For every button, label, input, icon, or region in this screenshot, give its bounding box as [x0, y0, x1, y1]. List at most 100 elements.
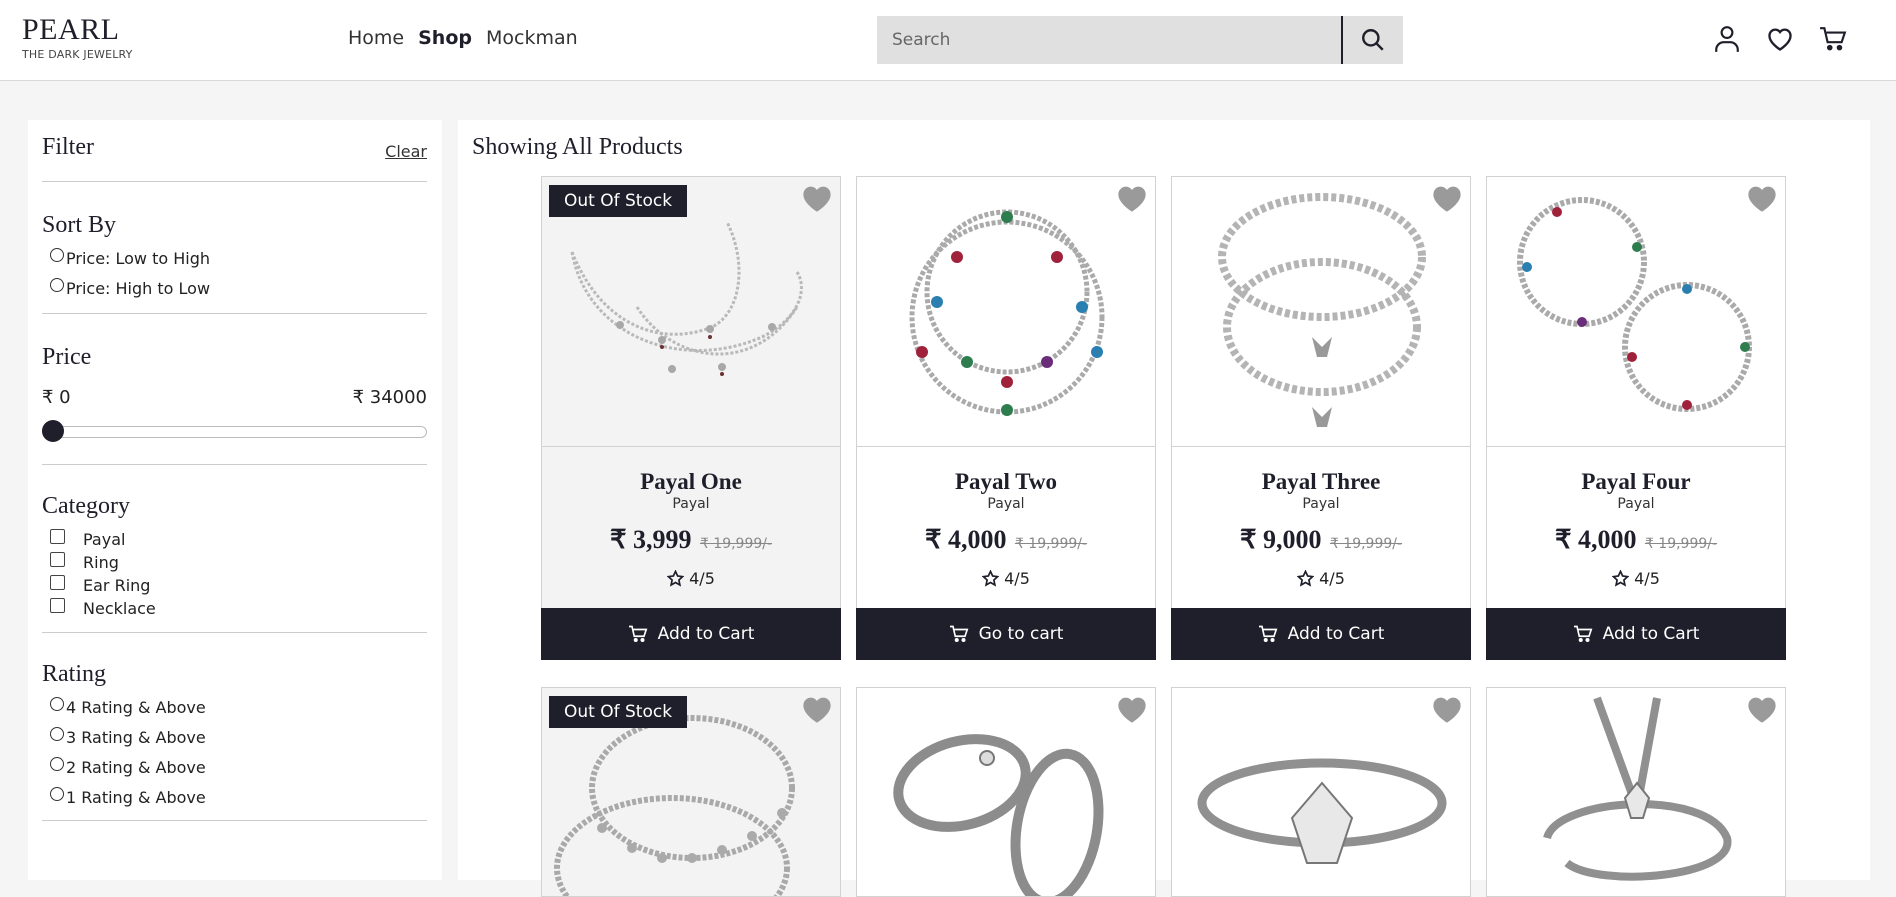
main-nav: Home Shop Mockman [348, 27, 578, 49]
slider-track[interactable] [42, 426, 427, 438]
price-slider[interactable] [42, 420, 427, 444]
clear-filters-link[interactable]: Clear [385, 142, 427, 161]
checkbox[interactable] [50, 598, 65, 613]
product-card[interactable]: Out Of Stock [541, 687, 841, 897]
product-image[interactable] [857, 177, 1155, 447]
product-image[interactable] [1487, 177, 1785, 447]
rating-option-4[interactable]: 4 Rating & Above [42, 692, 427, 722]
search-button[interactable] [1341, 16, 1403, 64]
radio-button[interactable] [50, 757, 64, 771]
star-icon [982, 570, 1000, 587]
price-max: ₹ 34000 [352, 387, 427, 408]
nav-mockman[interactable]: Mockman [486, 27, 578, 49]
logo-tagline: THE DARK JEWELRY [22, 48, 133, 61]
radio-button[interactable] [50, 787, 64, 801]
product-card[interactable]: Payal Three Payal ₹ 9,000 ₹ 19,999/- 4/5… [1171, 176, 1471, 660]
cart-icon [949, 625, 968, 643]
rating-label: 3 Rating & Above [66, 727, 206, 747]
rating-section: Rating 4 Rating & Above 3 Rating & Above… [42, 633, 427, 821]
price-section: Price ₹ 0 ₹ 34000 [42, 314, 427, 465]
rating-title: Rating [42, 661, 106, 687]
product-price: ₹ 4,000 ₹ 19,999/- [1487, 525, 1785, 555]
out-of-stock-badge: Out Of Stock [549, 696, 688, 728]
product-image[interactable] [857, 688, 1155, 896]
rating-value: 4/5 [1319, 569, 1345, 588]
sort-option-label: Price: Low to High [66, 248, 211, 268]
product-rating: 4/5 [542, 569, 840, 588]
product-card[interactable] [1486, 687, 1786, 897]
product-card[interactable]: Payal Four Payal ₹ 4,000 ₹ 19,999/- 4/5 … [1486, 176, 1786, 660]
product-price: ₹ 9,000 ₹ 19,999/- [1172, 525, 1470, 555]
product-image[interactable]: Out Of Stock [542, 177, 840, 447]
category-label: Payal [83, 530, 126, 549]
add-to-cart-button[interactable]: Add to Cart [1171, 608, 1471, 660]
product-image[interactable]: Out Of Stock [542, 688, 840, 896]
silver-anklet-image [1218, 193, 1426, 427]
product-card[interactable]: Payal Two Payal ₹ 4,000 ₹ 19,999/- 4/5 G… [856, 176, 1156, 660]
product-card[interactable] [856, 687, 1156, 897]
product-card[interactable] [1171, 687, 1471, 897]
rating-option-3[interactable]: 3 Rating & Above [42, 722, 427, 752]
logo-title: PEARL [22, 13, 120, 46]
cart-icon [1258, 625, 1278, 643]
product-card[interactable]: Out Of Stock Payal One Payal ₹ 3,999 ₹ 1… [541, 176, 841, 660]
cart-button[interactable] [1819, 24, 1847, 54]
star-icon [667, 570, 685, 587]
header-actions [1713, 24, 1847, 54]
logo[interactable]: PEARL THE DARK JEWELRY [22, 13, 133, 62]
go-to-cart-button[interactable]: Go to cart [856, 608, 1156, 660]
cart-icon [1573, 625, 1593, 643]
nav-home[interactable]: Home [348, 27, 404, 49]
add-to-cart-button[interactable]: Add to Cart [1486, 608, 1786, 660]
checkbox[interactable] [50, 529, 65, 544]
checkbox[interactable] [50, 575, 65, 590]
wishlist-heart-icon[interactable] [800, 183, 834, 213]
product-image[interactable] [1172, 688, 1470, 896]
rating-label: 1 Rating & Above [66, 787, 206, 807]
product-name[interactable]: Payal Two [857, 469, 1155, 495]
category-title: Category [42, 493, 130, 519]
radio-button[interactable] [50, 278, 64, 292]
category-option-ring[interactable]: Ring [42, 551, 427, 574]
wishlist-heart-icon[interactable] [1115, 183, 1149, 213]
category-label: Necklace [83, 599, 156, 618]
add-to-cart-button[interactable]: Add to Cart [541, 608, 841, 660]
price-range-labels: ₹ 0 ₹ 34000 [42, 387, 427, 408]
wishlist-heart-icon[interactable] [1430, 694, 1464, 724]
slider-handle[interactable] [42, 420, 64, 442]
couple-rings-image [893, 734, 1104, 896]
product-name[interactable]: Payal Four [1487, 469, 1785, 495]
radio-button[interactable] [50, 727, 64, 741]
category-option-necklace[interactable]: Necklace [42, 597, 427, 620]
wishlist-heart-icon[interactable] [1430, 183, 1464, 213]
search-input[interactable] [877, 16, 1341, 64]
original-price: ₹ 19,999/- [1329, 536, 1403, 552]
sort-option-high-low[interactable]: Price: High to Low [42, 273, 427, 303]
wishlist-button[interactable] [1766, 24, 1794, 54]
product-image[interactable] [1172, 177, 1470, 447]
account-button[interactable] [1713, 24, 1741, 54]
product-image[interactable] [1487, 688, 1785, 896]
product-listing: Showing All Products Out Of Stock Payal … [458, 120, 1870, 897]
rating-option-1[interactable]: 1 Rating & Above [42, 782, 427, 812]
wishlist-heart-icon[interactable] [1745, 694, 1779, 724]
wishlist-heart-icon[interactable] [1745, 183, 1779, 213]
rating-option-2[interactable]: 2 Rating & Above [42, 752, 427, 782]
checkbox[interactable] [50, 552, 65, 567]
radio-button[interactable] [50, 248, 64, 262]
radio-button[interactable] [50, 697, 64, 711]
sort-option-low-high[interactable]: Price: Low to High [42, 243, 427, 273]
wishlist-heart-icon[interactable] [1115, 694, 1149, 724]
category-label: Ear Ring [83, 576, 151, 595]
wishlist-heart-icon[interactable] [800, 694, 834, 724]
category-option-ear-ring[interactable]: Ear Ring [42, 574, 427, 597]
nav-shop[interactable]: Shop [418, 27, 472, 49]
category-label: Ring [83, 553, 119, 572]
sort-section: Sort By Price: Low to High Price: High t… [42, 182, 427, 314]
product-name[interactable]: Payal One [542, 469, 840, 495]
category-option-payal[interactable]: Payal [42, 528, 427, 551]
heart-icon [1768, 28, 1792, 51]
products-heading: Showing All Products [472, 134, 683, 160]
product-name[interactable]: Payal Three [1172, 469, 1470, 495]
original-price: ₹ 19,999/- [1014, 536, 1088, 552]
